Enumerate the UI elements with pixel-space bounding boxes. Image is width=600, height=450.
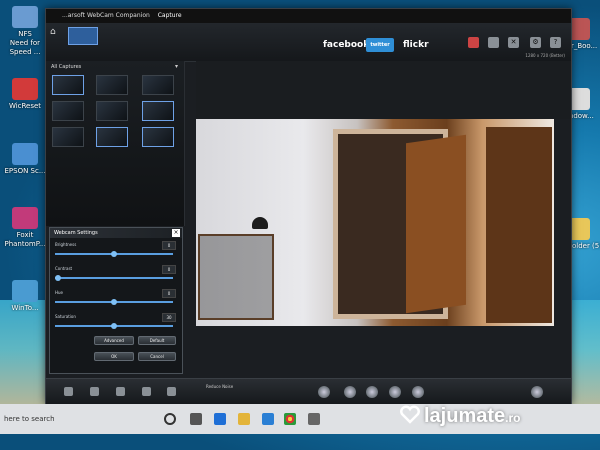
captures-panel: All Captures ▾ [46, 61, 185, 226]
folder-icon[interactable] [90, 387, 99, 396]
desktop-icon-nfs[interactable]: NFS Need for Speed ... [0, 6, 50, 57]
hue-value[interactable]: 0 [162, 289, 176, 298]
edit-icon[interactable] [116, 387, 125, 396]
wicreset-icon [12, 78, 38, 100]
store-icon[interactable] [262, 413, 274, 425]
taskbar-search[interactable]: here to search [4, 415, 55, 423]
preview-top-area [196, 61, 571, 119]
chevron-down-icon[interactable]: ▾ [175, 63, 178, 70]
foxit-icon [12, 207, 38, 229]
top-toolbar: ⌂ facebook twitter flickr ✕ ⚙ ? [46, 23, 571, 62]
desktop-icon-wicreset[interactable]: WicReset [0, 78, 50, 111]
capture-mode-button[interactable] [68, 27, 98, 45]
home-icon[interactable]: ⌂ [50, 27, 62, 39]
winto-icon [12, 280, 38, 302]
capture-thumbnail[interactable] [52, 75, 84, 95]
hue-slider[interactable] [55, 299, 173, 305]
default-button[interactable]: Default [138, 336, 176, 345]
saturation-slider[interactable] [55, 323, 173, 329]
resolution-select[interactable]: 1280 x 720 (Better) [525, 53, 565, 58]
heart-logo-icon [400, 405, 420, 424]
captures-header[interactable]: All Captures [51, 64, 81, 70]
slider-knob[interactable] [111, 299, 117, 305]
capture-thumbnail[interactable] [142, 101, 174, 121]
screen-icon[interactable] [488, 37, 499, 48]
desktop-icon-foxit[interactable]: Foxit PhantomP... [0, 207, 50, 249]
dialog-title: Webcam Settings [50, 228, 182, 238]
saturation-label: Saturation [55, 314, 76, 319]
contrast-label: Contrast [55, 266, 73, 271]
twitter-share-button[interactable]: twitter [366, 38, 394, 52]
nfs-icon [12, 6, 38, 28]
capture-thumbnail[interactable] [142, 75, 174, 95]
camera-icon[interactable] [318, 386, 330, 398]
settings-icon[interactable]: ⚙ [530, 37, 541, 48]
burst-icon[interactable] [366, 386, 378, 398]
video-icon[interactable] [344, 386, 356, 398]
help-icon[interactable]: ? [550, 37, 561, 48]
slider-knob[interactable] [111, 251, 117, 257]
title-bar: ...arsoft WebCam Companion Capture [46, 9, 571, 23]
webcam-companion-window: ...arsoft WebCam Companion Capture ⌂ fac… [45, 8, 572, 405]
cancel-button[interactable]: Cancel [138, 352, 176, 361]
preview-cabinet [486, 127, 552, 323]
close-icon[interactable]: × [172, 229, 180, 237]
saturation-value[interactable]: 30 [162, 313, 176, 322]
slider-knob[interactable] [55, 275, 61, 281]
tools-icon[interactable]: ✕ [508, 37, 519, 48]
capture-thumbnail[interactable] [96, 127, 128, 147]
epson-icon [12, 143, 38, 165]
preview-shelf [198, 234, 274, 320]
webcam-preview [196, 119, 554, 326]
watermark: lajumate.ro [400, 405, 521, 428]
reduce-noise-toggle[interactable]: Reduce Noise [206, 384, 233, 390]
capture-thumbnail[interactable] [142, 127, 174, 147]
cortana-icon[interactable] [164, 413, 176, 425]
record-icon[interactable] [468, 37, 479, 48]
fullscreen-icon[interactable] [531, 386, 543, 398]
contrast-value[interactable]: 0 [162, 265, 176, 274]
app-title: WebCam Companion [86, 12, 150, 19]
slider-knob[interactable] [111, 323, 117, 329]
capture-thumbnail[interactable] [96, 75, 128, 95]
effects-icon[interactable] [412, 386, 424, 398]
facebook-share-button[interactable]: facebook [323, 40, 369, 50]
preview-door [406, 134, 466, 314]
file-explorer-icon[interactable] [238, 413, 250, 425]
desktop-icon-winto[interactable]: WinTo... [0, 280, 50, 313]
import-icon[interactable] [64, 387, 73, 396]
delete-icon[interactable] [167, 387, 176, 396]
preview-lamp [252, 217, 268, 229]
capture-thumbnail[interactable] [52, 127, 84, 147]
task-view-icon[interactable] [190, 413, 202, 425]
advanced-button[interactable]: Advanced [94, 336, 134, 345]
brightness-label: Brightness [55, 242, 77, 247]
capture-thumbnail[interactable] [52, 101, 84, 121]
print-icon[interactable] [142, 387, 151, 396]
ok-button[interactable]: OK [94, 352, 134, 361]
flickr-share-button[interactable]: flickr [403, 40, 429, 50]
webcam-app-icon[interactable] [308, 413, 320, 425]
edge-icon[interactable] [214, 413, 226, 425]
capture-thumbnail[interactable] [96, 101, 128, 121]
brightness-value[interactable]: 0 [162, 241, 176, 250]
contrast-slider[interactable] [55, 275, 173, 281]
chrome-icon[interactable] [284, 413, 296, 425]
brightness-slider[interactable] [55, 251, 173, 257]
bottom-toolbar: Reduce Noise [46, 378, 571, 405]
timelapse-icon[interactable] [389, 386, 401, 398]
desktop-icon-epson[interactable]: EPSON Sc... [0, 143, 50, 176]
section-title: Capture [157, 12, 182, 19]
webcam-settings-dialog: Webcam Settings × Brightness 0 Contrast … [49, 227, 183, 374]
hue-label: Hue [55, 290, 64, 295]
